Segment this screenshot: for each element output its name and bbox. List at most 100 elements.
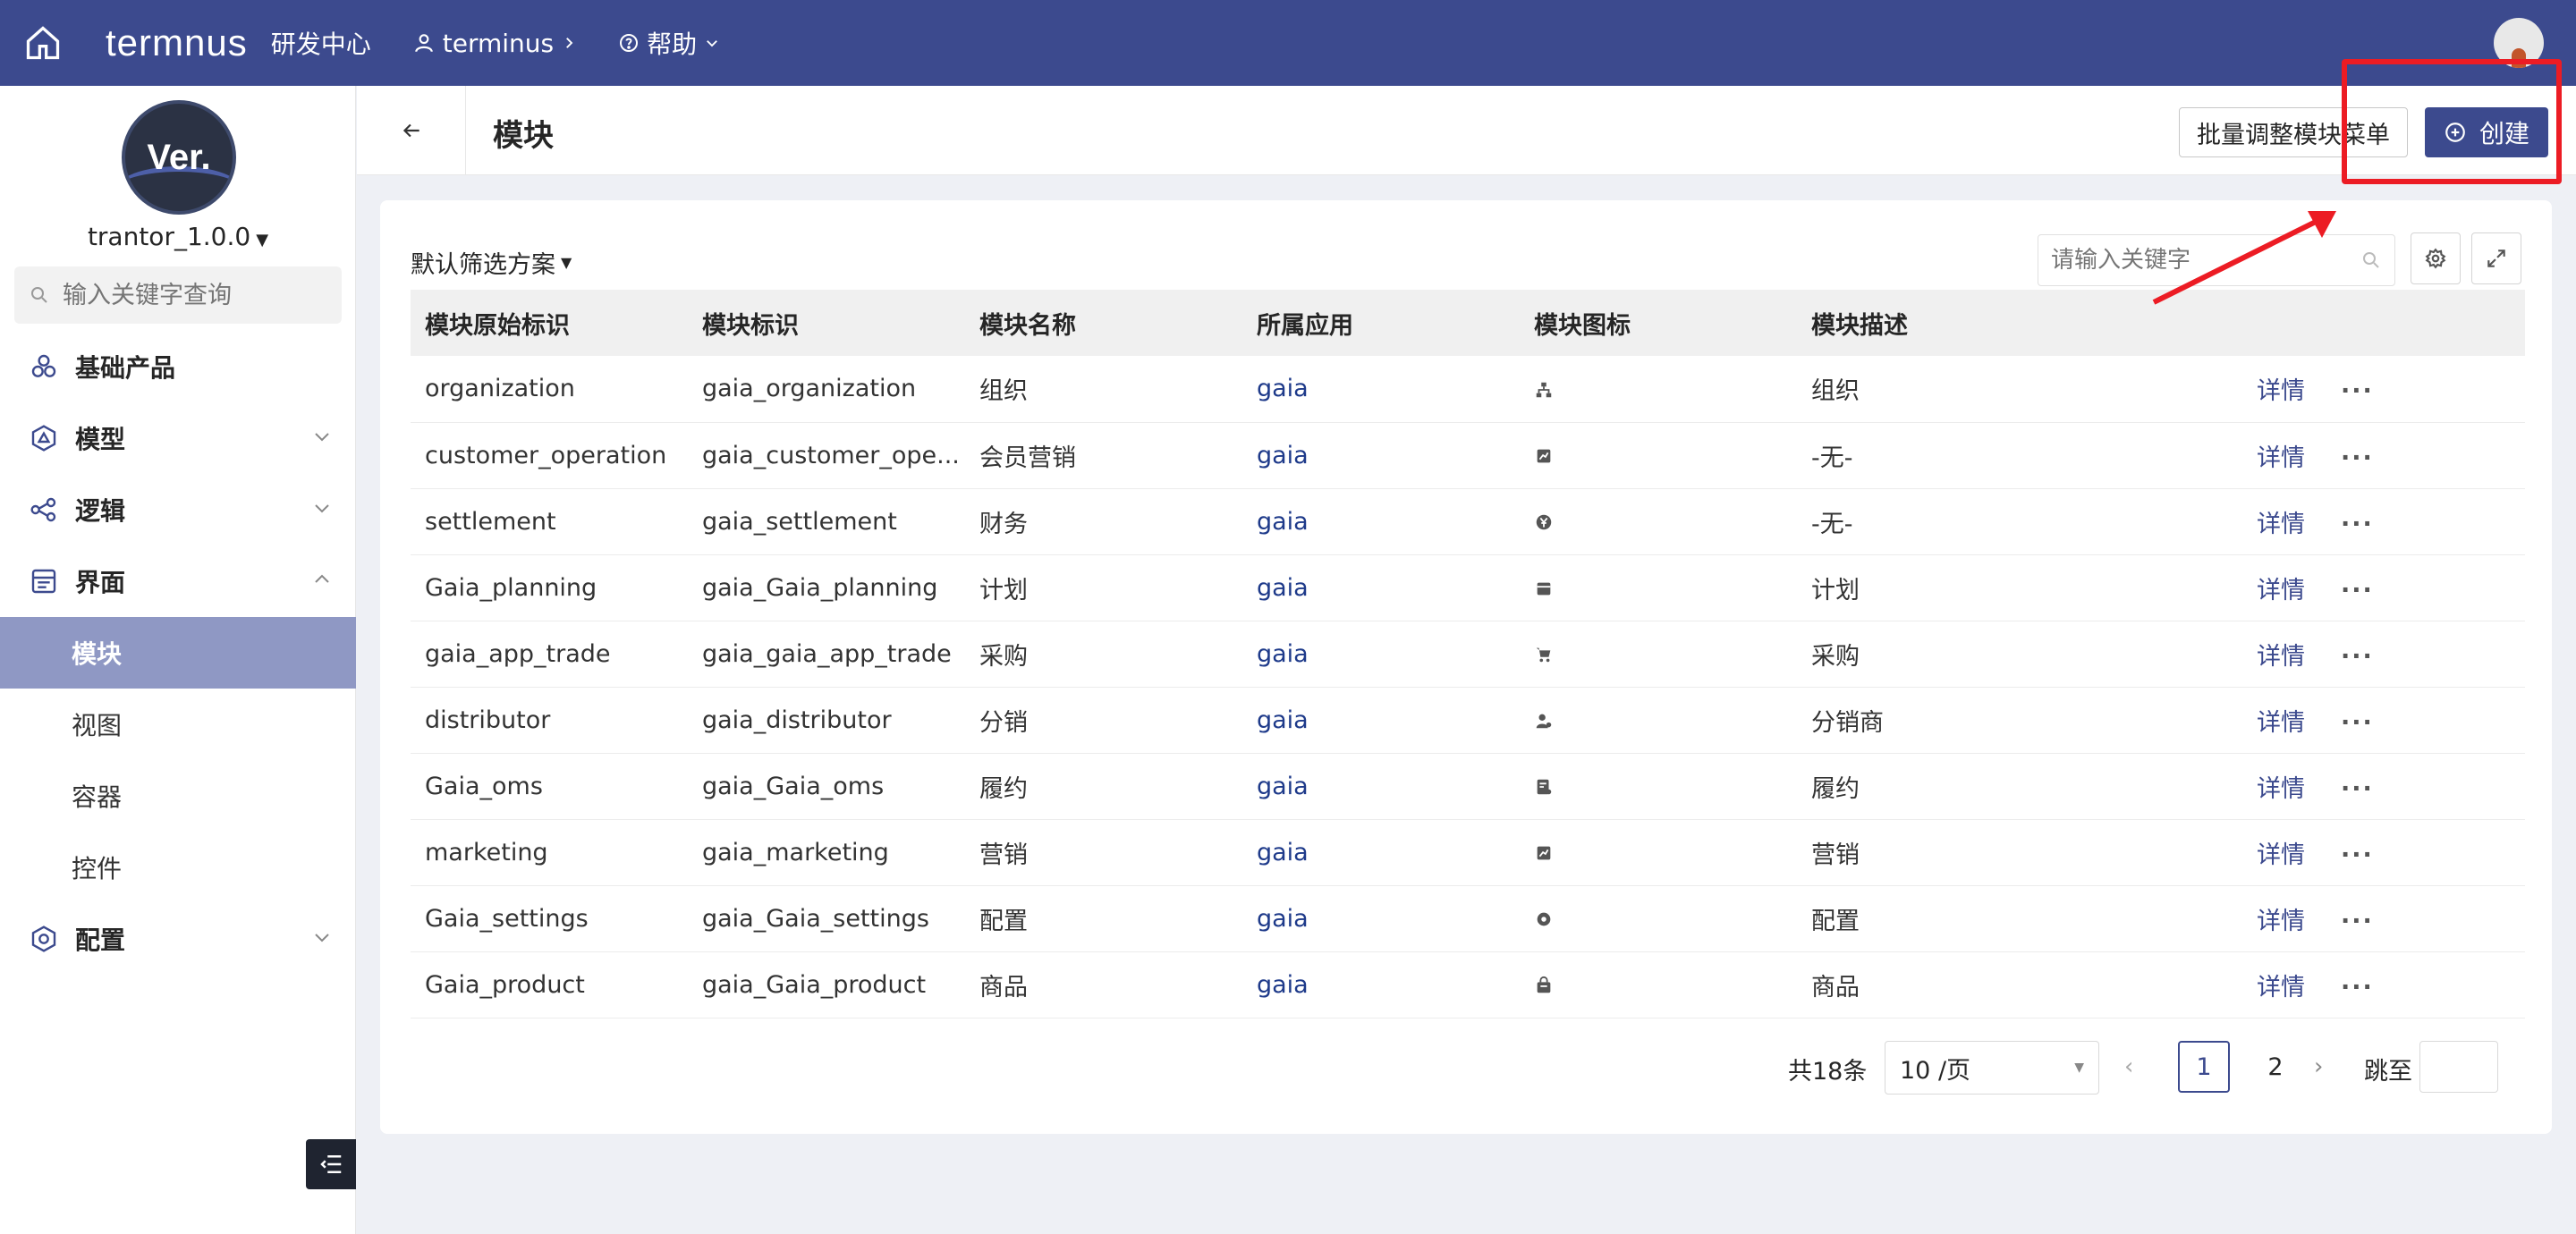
table-row: Gaia_planning gaia_Gaia_planning 计划 gaia 计划 详… [411, 554, 2525, 621]
back-button[interactable] [357, 86, 466, 175]
cell-module-name: 商品 [979, 973, 1028, 1002]
cell-module-name: 营销 [979, 841, 1028, 869]
menu-item-base-products[interactable]: 基础产品 [0, 331, 356, 402]
cell-app-link[interactable]: gaia [1242, 885, 1520, 951]
sub-item-container[interactable]: 容器 [0, 760, 356, 832]
filter-scheme-dropdown[interactable]: 默认筛选方案 ▼ [411, 245, 572, 280]
more-actions-icon[interactable]: ··· [2341, 444, 2374, 472]
cell-original-key: customer_operation [425, 441, 667, 469]
column-header: 模块原始标识 [425, 311, 570, 340]
cell-module-desc: 营销 [1811, 841, 1860, 869]
table-row: distributor gaia_distributor 分销 gaia 分销商 详情 ··… [411, 687, 2525, 753]
cell-module-key: gaia_settlement [702, 507, 897, 536]
more-actions-icon[interactable]: ··· [2341, 908, 2374, 935]
cell-module-desc: 履约 [1811, 774, 1860, 803]
detail-link[interactable]: 详情 [2257, 908, 2305, 935]
more-actions-icon[interactable]: ··· [2341, 775, 2374, 803]
sidebar-search[interactable] [14, 266, 342, 324]
detail-link[interactable]: 详情 [2257, 775, 2305, 803]
sidebar-collapse-button[interactable] [306, 1139, 356, 1189]
goto-page-input[interactable] [2419, 1041, 2498, 1093]
module-list-card: 默认筛选方案 ▼ 模块原始标识 模块标识 模块名称 所属应用 模块图标 模块描述… [380, 200, 2552, 1134]
sub-item-widget[interactable]: 控件 [0, 832, 356, 903]
page-1-button[interactable]: 1 [2178, 1041, 2230, 1093]
chevron-down-icon [315, 934, 329, 942]
sub-item-module[interactable]: 模块 [0, 617, 356, 689]
home-icon [26, 26, 60, 60]
filter-scheme-label: 默认筛选方案 [411, 251, 555, 279]
cell-module-icon [1520, 356, 1797, 422]
more-actions-icon[interactable]: ··· [2341, 841, 2374, 869]
cell-module-key: gaia_gaia_app_trade [702, 639, 952, 668]
more-actions-icon[interactable]: ··· [2341, 511, 2374, 538]
caret-down-icon: ▼ [561, 254, 572, 271]
cell-module-key: gaia_Gaia_oms [702, 772, 885, 800]
cell-module-icon [1520, 422, 1797, 488]
menu-item-ui[interactable]: 界面 [0, 545, 356, 617]
center-name[interactable]: 研发中心 [271, 25, 371, 61]
more-actions-icon[interactable]: ··· [2341, 577, 2374, 604]
menu-label: 模型 [75, 425, 126, 454]
sidebar-search-input[interactable] [63, 281, 331, 309]
goto-label: 跳至 [2364, 1058, 2412, 1086]
cell-module-name: 财务 [979, 510, 1028, 538]
fullscreen-button[interactable] [2471, 232, 2521, 284]
page-size-select[interactable]: 10 /页 ▼ [1885, 1041, 2099, 1095]
more-actions-icon[interactable]: ··· [2341, 643, 2374, 671]
sub-item-view[interactable]: 视图 [0, 689, 356, 760]
column-header: 模块图标 [1534, 311, 1631, 340]
search-icon [2363, 252, 2379, 268]
sidebar-menu: 基础产品 模型 逻辑 界面 模块 视图 容器 控件 配置 [0, 331, 356, 975]
detail-link[interactable]: 详情 [2257, 444, 2305, 472]
table-row: gaia_app_trade gaia_gaia_app_trade 采购 gaia 采… [411, 621, 2525, 687]
tenant-switcher[interactable]: terminus [412, 29, 577, 58]
cell-module-name: 计划 [979, 576, 1028, 604]
brand-logo[interactable]: termnus [106, 21, 248, 64]
caret-down-icon: ▼ [2074, 1061, 2084, 1075]
detail-link[interactable]: 详情 [2257, 377, 2305, 405]
detail-link[interactable]: 详情 [2257, 511, 2305, 538]
cell-actions: 详情 ··· [2257, 488, 2525, 554]
help-menu[interactable]: 帮助 [618, 25, 720, 61]
version-selector[interactable]: trantor_1.0.0 ▼ [0, 222, 356, 251]
more-actions-icon[interactable]: ··· [2341, 974, 2374, 1002]
more-actions-icon[interactable]: ··· [2341, 377, 2374, 405]
cell-app-link[interactable]: gaia [1242, 687, 1520, 753]
cell-app-link[interactable]: gaia [1242, 753, 1520, 819]
column-settings-button[interactable] [2411, 232, 2461, 284]
cell-module-name: 组织 [979, 377, 1028, 406]
prev-page-icon[interactable]: ‹ [2124, 1053, 2133, 1080]
cell-app-link[interactable]: gaia [1242, 356, 1520, 422]
cell-module-icon [1520, 819, 1797, 885]
home-button[interactable] [0, 0, 86, 86]
yen-icon [1536, 514, 1552, 530]
cell-module-icon [1520, 753, 1797, 819]
cell-module-name: 会员营销 [979, 444, 1076, 472]
cell-app-link[interactable]: gaia [1242, 422, 1520, 488]
cell-app-link[interactable]: gaia [1242, 554, 1520, 621]
chevron-right-icon [566, 38, 573, 48]
menu-item-model[interactable]: 模型 [0, 402, 356, 474]
page-header: 模块 批量调整模块菜单 创建 [357, 86, 2576, 175]
cell-module-key: gaia_customer_ope... [702, 441, 960, 469]
total-count: 共18条 [1788, 1058, 1868, 1086]
detail-link[interactable]: 详情 [2257, 841, 2305, 869]
page-2-button[interactable]: 2 [2250, 1041, 2301, 1093]
detail-link[interactable]: 详情 [2257, 974, 2305, 1002]
detail-link[interactable]: 详情 [2257, 709, 2305, 737]
cell-app-link[interactable]: gaia [1242, 819, 1520, 885]
chevron-down-icon [707, 40, 718, 47]
detail-link[interactable]: 详情 [2257, 643, 2305, 671]
cell-app-link[interactable]: gaia [1242, 951, 1520, 1018]
cell-original-key: Gaia_planning [425, 573, 597, 602]
detail-link[interactable]: 详情 [2257, 577, 2305, 604]
next-page-icon[interactable]: › [2314, 1053, 2323, 1080]
cell-app-link[interactable]: gaia [1242, 621, 1520, 687]
menu-item-logic[interactable]: 逻辑 [0, 474, 356, 545]
pagination: 共18条 10 /页 ▼ ‹ 1 2 › 跳至 [380, 1041, 2552, 1095]
menu-item-config[interactable]: 配置 [0, 903, 356, 975]
cell-app-link[interactable]: gaia [1242, 488, 1520, 554]
more-actions-icon[interactable]: ··· [2341, 709, 2374, 737]
cell-module-icon [1520, 488, 1797, 554]
calendar-icon [1537, 582, 1551, 596]
